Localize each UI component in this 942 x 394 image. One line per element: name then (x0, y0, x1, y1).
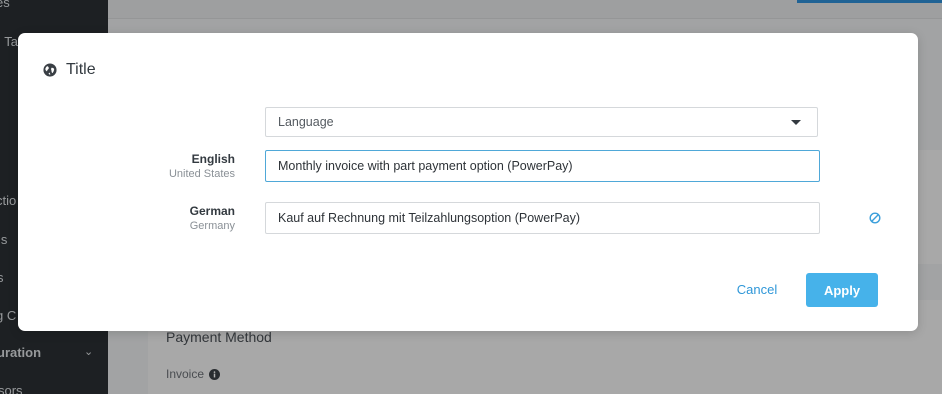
language-region: United States (168, 168, 235, 180)
language-name: German (189, 204, 235, 218)
german-title-input[interactable] (265, 202, 820, 234)
apply-button[interactable]: Apply (806, 273, 878, 307)
caret-down-icon (791, 120, 801, 125)
language-name: English (191, 152, 235, 166)
english-label: English United States (75, 152, 235, 180)
modal-header: Title (43, 61, 96, 79)
language-select[interactable]: Language (265, 107, 818, 137)
language-select-value: Language (278, 115, 334, 129)
cancel-button[interactable]: Cancel (724, 273, 790, 305)
english-title-input[interactable] (265, 150, 820, 182)
language-region: Germany (189, 220, 235, 232)
clear-icon[interactable] (869, 212, 881, 224)
translation-modal: Title Language English United States Ger… (18, 33, 918, 331)
globe-icon (43, 63, 57, 77)
modal-title: Title (66, 61, 96, 78)
german-label: German Germany (75, 204, 235, 232)
